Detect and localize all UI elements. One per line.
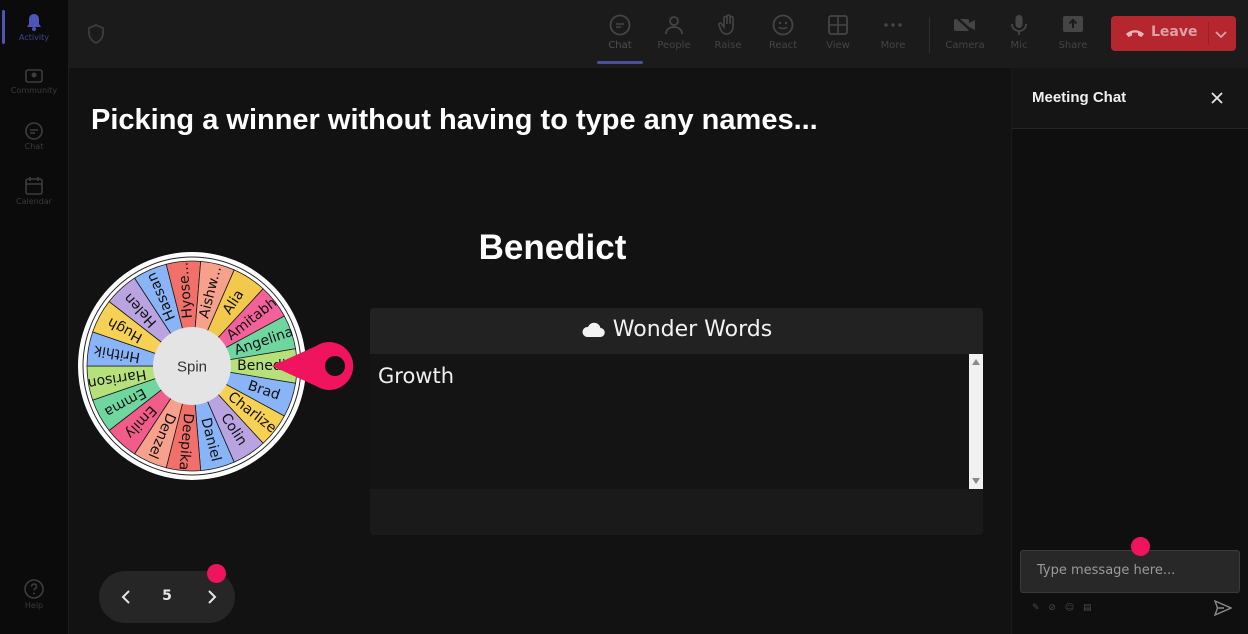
community-icon <box>25 69 43 83</box>
leave-divider <box>1208 22 1209 45</box>
toolbar-button-label: View <box>826 40 850 51</box>
stage-title: Picking a winner without having to type … <box>91 104 818 136</box>
pointer-dot <box>207 564 226 583</box>
calendar-icon <box>25 177 43 195</box>
rail-item-label: Calendar <box>16 197 52 206</box>
wonder-words-title-text: Wonder Words <box>612 317 773 342</box>
toolbar-view-button[interactable]: View <box>815 0 861 66</box>
toolbar-share-button[interactable]: Share <box>1050 0 1096 66</box>
toolbar-button-label: More <box>880 40 906 51</box>
wonder-words-content: Growth <box>378 364 455 388</box>
toolbar-button-label: Mic <box>1010 40 1028 51</box>
chat-header: Meeting Chat <box>1012 68 1248 129</box>
chevron-left-icon[interactable] <box>118 588 136 606</box>
shield-icon[interactable] <box>87 24 105 44</box>
rail-item-calendar[interactable]: Calendar <box>0 176 68 206</box>
chat-icon <box>25 122 43 140</box>
page-number: 5 <box>162 588 172 604</box>
hand-icon <box>718 14 734 35</box>
scroll-up-arrow-icon[interactable] <box>972 359 980 365</box>
chat-message-input[interactable]: Type message here... <box>1020 550 1240 593</box>
wonder-words-title: Wonder Words <box>370 317 983 342</box>
chat-title: Meeting Chat <box>1032 89 1127 106</box>
cloud-icon <box>582 322 605 338</box>
toolbar-button-label: Share <box>1058 40 1088 51</box>
winner-name: Benedict <box>478 228 627 267</box>
rail-item-community[interactable]: Community <box>0 67 68 95</box>
smiley-icon <box>772 14 794 36</box>
wonder-words-text-area[interactable]: Growth <box>370 354 969 489</box>
meeting-chat-panel: Meeting Chat Type message here... ✎ ⊘ ☺ … <box>1011 68 1248 634</box>
toolbar-button-label: React <box>768 40 798 51</box>
leave-button[interactable]: Leave <box>1111 16 1236 51</box>
chat-input-placeholder: Type message here... <box>1037 563 1176 578</box>
spin-label: Spin <box>177 359 207 376</box>
camera-off-icon <box>954 15 976 35</box>
people-icon <box>665 16 683 35</box>
rail-item-label: Help <box>24 601 44 610</box>
rail-item-label: Community <box>10 86 58 95</box>
toolbar-mic-button[interactable]: Mic <box>996 0 1042 66</box>
rail-item-activity[interactable]: Activity <box>0 12 68 42</box>
toolbar-button-label: People <box>657 40 691 51</box>
toolbar-chat-button[interactable]: Chat <box>597 0 643 66</box>
toolbar-raise-button[interactable]: Raise <box>705 0 751 66</box>
rail-item-label: Activity <box>19 33 49 42</box>
bell-icon <box>27 14 41 31</box>
rail-item-chat[interactable]: Chat <box>0 121 68 151</box>
toolbar-button-label: Chat <box>608 40 632 51</box>
app-rail: Activity Community Chat Calendar Help <box>0 0 69 634</box>
chat-format-tools[interactable]: ✎ ⊘ ☺ ▤ <box>1032 603 1095 613</box>
send-icon[interactable] <box>1214 600 1232 616</box>
wheel-pointer <box>272 342 354 390</box>
toolbar-more-button[interactable]: More <box>870 0 916 66</box>
toolbar-camera-button[interactable]: Camera <box>941 0 989 66</box>
rail-item-help[interactable]: Help <box>0 578 68 610</box>
active-tab-indicator <box>597 61 643 64</box>
app-window: Activity Community Chat Calendar Help Ch… <box>0 0 1248 634</box>
toolbar-button-label: Raise <box>714 40 742 51</box>
leave-label: Leave <box>1151 24 1198 40</box>
grid-icon <box>828 15 848 35</box>
toolbar-react-button[interactable]: React <box>760 0 806 66</box>
wonder-words-panel: Wonder Words Growth <box>370 308 983 535</box>
mic-icon <box>1011 15 1027 35</box>
hang-up-icon <box>1126 30 1144 37</box>
chevron-right-icon[interactable] <box>202 588 220 606</box>
close-icon[interactable] <box>1210 91 1224 105</box>
toolbar-people-button[interactable]: People <box>651 0 697 66</box>
pointer-dot <box>1131 537 1150 556</box>
scroll-down-arrow-icon[interactable] <box>972 478 980 484</box>
toolbar-button-label: Camera <box>945 40 985 51</box>
chat-icon <box>609 14 631 36</box>
share-icon <box>1063 16 1083 32</box>
ellipsis-icon <box>884 23 902 27</box>
chevron-down-icon[interactable] <box>1214 27 1228 41</box>
wonder-words-header: Wonder Words <box>370 308 983 354</box>
wonder-words-scrollbar[interactable] <box>969 354 983 489</box>
rail-item-label: Chat <box>24 142 44 151</box>
toolbar-separator <box>929 17 930 53</box>
meeting-toolbar: Chat People Raise React View More Camera <box>68 0 1248 68</box>
help-icon <box>24 579 44 599</box>
